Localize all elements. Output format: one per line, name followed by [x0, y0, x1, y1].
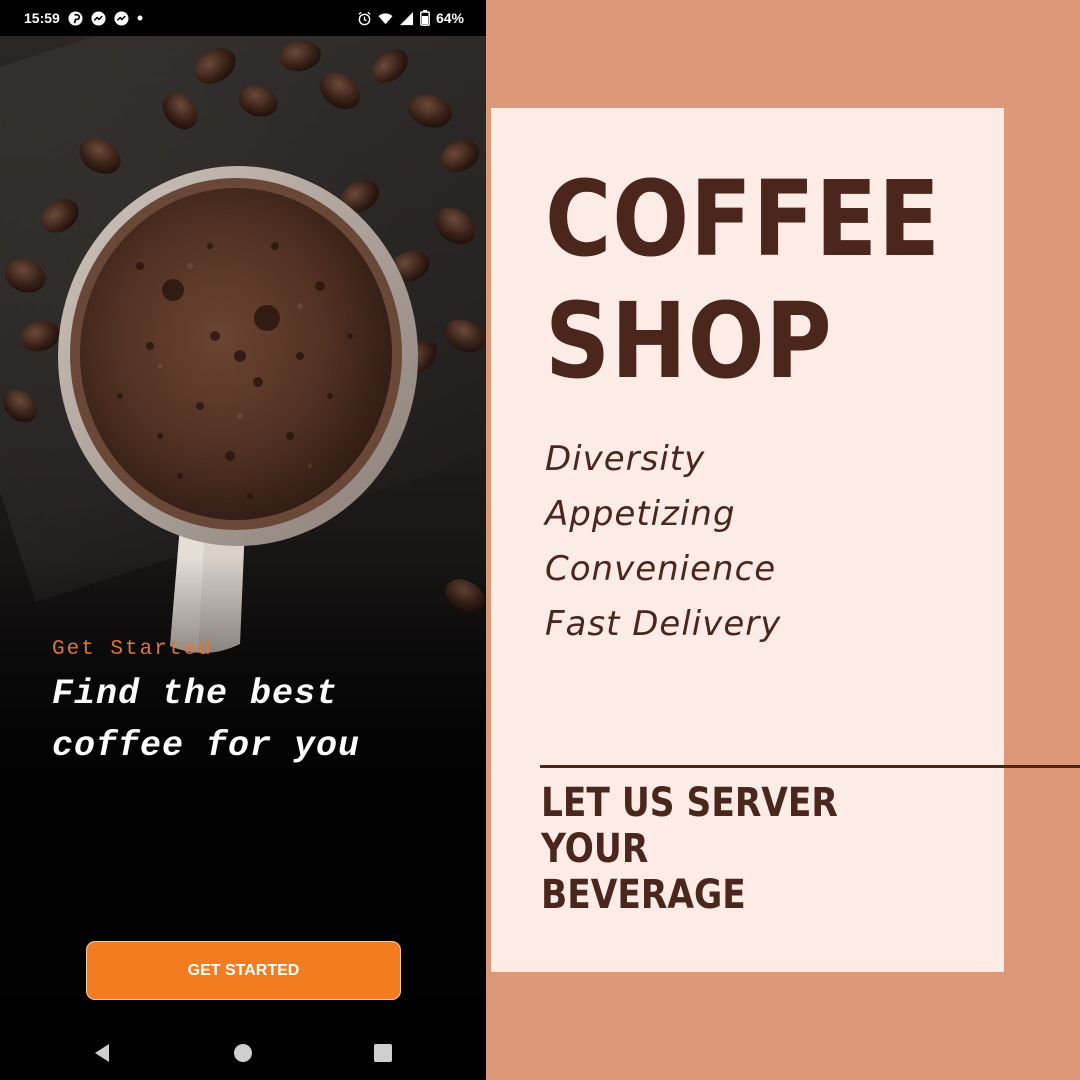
navigation-bar [0, 1026, 486, 1080]
headline: Find the best coffee for you [52, 668, 472, 772]
home-icon[interactable] [231, 1041, 255, 1065]
feature-item: Convenience [545, 549, 777, 589]
title-line-1: COFFEE [545, 158, 941, 280]
feature-item: Appetizing [545, 494, 736, 534]
hero-image [0, 36, 486, 996]
feature-list: Diversity Appetizing Convenience Fast De… [545, 432, 781, 652]
headline-line-1: Find the best [52, 674, 339, 714]
poster-title: COFFEE SHOP [545, 158, 941, 402]
alarm-icon [358, 11, 371, 25]
tagline: LET US SERVER YOUR BEVERAGE [541, 780, 954, 918]
messenger-icon [114, 10, 129, 26]
feature-item: Fast Delivery [545, 604, 782, 644]
signal-icon [399, 11, 414, 25]
tagline-line-2: BEVERAGE [541, 872, 746, 918]
pinterest-icon [68, 10, 83, 26]
feature-item: Diversity [545, 439, 706, 479]
battery-icon [420, 10, 430, 26]
title-line-2: SHOP [545, 280, 833, 402]
battery-percent: 64% [435, 10, 464, 26]
tagline-line-1: LET US SERVER YOUR [541, 780, 838, 872]
messenger-icon [91, 10, 106, 26]
get-started-button[interactable]: GET STARTED [86, 941, 401, 1000]
status-bar: 15:59 64% [0, 0, 486, 36]
wifi-icon [378, 12, 393, 24]
dot-icon [137, 15, 143, 21]
back-icon[interactable] [90, 1041, 114, 1065]
get-started-label: Get Started [52, 638, 213, 661]
status-time: 15:59 [24, 10, 60, 26]
recents-icon[interactable] [371, 1041, 395, 1065]
phone-screen: 15:59 64% Get Started Find the best coff… [0, 0, 486, 1080]
headline-line-2: coffee for you [52, 726, 361, 766]
divider [540, 765, 1080, 768]
